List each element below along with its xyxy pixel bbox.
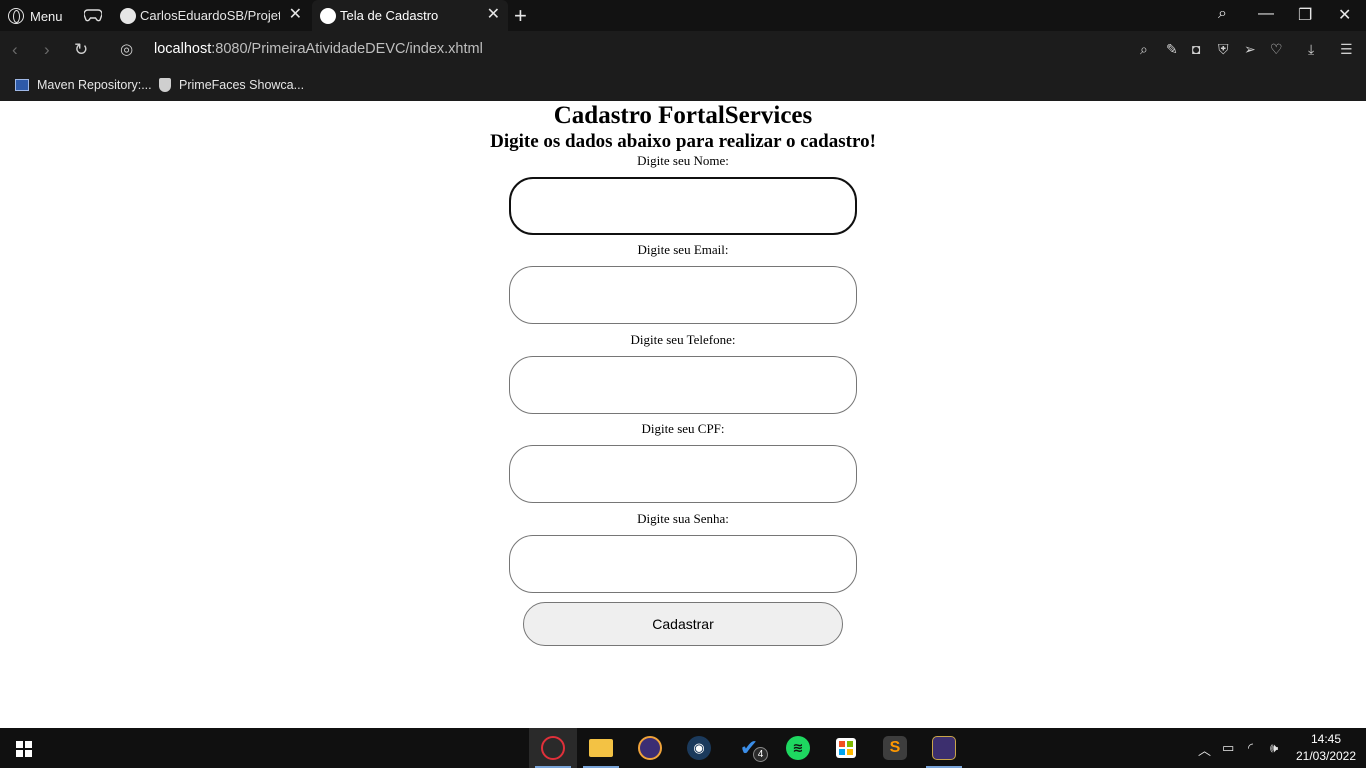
spotify-icon: ≋ <box>786 736 810 760</box>
store-grid-icon <box>839 741 853 755</box>
menu-label: Menu <box>30 8 63 24</box>
clock[interactable]: 14:45 21/03/2022 <box>1290 731 1362 765</box>
site-info-globe-icon[interactable]: ◎ <box>120 40 133 58</box>
clock-time: 14:45 <box>1310 732 1342 746</box>
nome-label: Digite seu Nome: <box>637 153 729 168</box>
tab-bar: Menu CarlosEduardoSB/ProjetoW ✕ Tela de … <box>0 0 1366 31</box>
reload-icon[interactable]: ↻ <box>74 40 88 60</box>
taskbar-game-app[interactable] <box>920 728 968 768</box>
opera-icon <box>541 736 565 760</box>
page-title: Cadastro FortalServices <box>553 102 813 129</box>
show-hidden-icons-icon[interactable]: ︿ <box>1198 740 1211 759</box>
battery-icon[interactable]: ▭ <box>1222 740 1234 756</box>
taskbar-todo[interactable]: ✔ 4 <box>725 728 773 768</box>
volume-icon[interactable]: 🕪 <box>1270 740 1278 756</box>
browser-chrome: Menu CarlosEduardoSB/ProjetoW ✕ Tela de … <box>0 0 1366 101</box>
bookmark-label: PrimeFaces Showca... <box>179 78 305 92</box>
share-icon[interactable]: ✎ <box>1166 41 1178 58</box>
close-window-icon[interactable]: ✕ <box>1338 5 1351 25</box>
bookmark-heart-icon[interactable]: ♡ <box>1270 41 1283 58</box>
page-content: Cadastro FortalServices Digite os dados … <box>0 101 1366 728</box>
windows-start-icon[interactable] <box>16 741 32 757</box>
primefaces-icon <box>159 78 171 92</box>
url-host: localhost <box>154 41 212 57</box>
back-icon[interactable]: ‹ <box>12 40 18 60</box>
send-icon[interactable]: ➢ <box>1244 41 1256 58</box>
bookmark-maven[interactable]: Maven Repository:... <box>15 76 152 94</box>
cpf-input[interactable] <box>509 445 857 503</box>
forward-icon[interactable]: › <box>44 40 50 60</box>
email-label: Digite seu Email: <box>637 242 729 257</box>
close-tab-icon[interactable]: ✕ <box>487 7 500 23</box>
telefone-input[interactable] <box>509 356 857 414</box>
downloads-icon[interactable]: ⤓ <box>1308 41 1314 58</box>
file-explorer-icon <box>589 739 613 757</box>
microsoft-store-icon <box>836 738 856 758</box>
globe-icon <box>320 7 336 24</box>
taskbar-steam[interactable]: ◉ <box>675 728 723 768</box>
sublime-text-icon: S <box>883 736 907 760</box>
senha-label: Digite sua Senha: <box>637 511 729 526</box>
cadastrar-button[interactable]: Cadastrar <box>523 602 843 646</box>
tab-title: CarlosEduardoSB/ProjetoW <box>140 8 280 23</box>
taskbar-file-explorer[interactable] <box>577 728 625 768</box>
game-app-icon <box>932 736 956 760</box>
taskbar-microsoft-store[interactable] <box>822 728 870 768</box>
clock-date: 21/03/2022 <box>1295 749 1357 763</box>
steam-icon: ◉ <box>687 736 711 760</box>
github-icon <box>120 7 136 24</box>
easy-setup-icon[interactable]: ☰ <box>1340 41 1353 58</box>
eclipse-icon <box>638 736 662 760</box>
telefone-label: Digite seu Telefone: <box>630 332 736 347</box>
tab-tela-de-cadastro[interactable]: Tela de Cadastro ✕ <box>312 0 508 31</box>
tab-github[interactable]: CarlosEduardoSB/ProjetoW ✕ <box>112 0 310 31</box>
cpf-label: Digite seu CPF: <box>641 421 725 436</box>
wifi-icon[interactable]: ◜ <box>1248 740 1253 756</box>
close-tab-icon[interactable]: ✕ <box>289 7 302 23</box>
new-tab-button[interactable]: + <box>514 3 527 29</box>
snapshot-camera-icon[interactable]: ◘ <box>1192 41 1200 57</box>
page-subtitle: Digite os dados abaixo para realizar o c… <box>490 131 876 152</box>
bookmark-primefaces[interactable]: PrimeFaces Showca... <box>159 76 304 94</box>
taskbar-spotify[interactable]: ≋ <box>774 728 822 768</box>
tab-title: Tela de Cadastro <box>340 8 439 23</box>
search-page-icon[interactable]: ⌕ <box>1140 41 1148 58</box>
taskbar-sublime-text[interactable]: S <box>871 728 919 768</box>
maven-icon <box>15 79 29 91</box>
minimize-icon[interactable]: — <box>1258 5 1274 23</box>
taskbar-eclipse[interactable] <box>626 728 674 768</box>
bookmarks-bar: Maven Repository:... PrimeFaces Showca..… <box>0 69 1366 101</box>
search-tabs-icon[interactable]: ⌕ <box>1218 5 1227 23</box>
opera-logo-icon <box>8 8 24 24</box>
restore-icon[interactable]: ❐ <box>1298 5 1312 25</box>
url-field[interactable]: localhost:8080/PrimeiraAtividadeDEVC/ind… <box>154 41 483 57</box>
nome-input[interactable] <box>509 177 857 235</box>
senha-input[interactable] <box>509 535 857 593</box>
notification-badge: 4 <box>753 747 768 762</box>
address-bar: ‹ › ↻ ◎ localhost:8080/PrimeiraAtividade… <box>0 31 1366 69</box>
taskbar: ◉ ✔ 4 ≋ S ︿ ▭ ◜ 🕪 14:45 21/03/2022 <box>0 728 1366 768</box>
adblock-shield-icon[interactable]: ⛨ <box>1218 41 1229 58</box>
taskbar-opera[interactable] <box>529 728 577 768</box>
gamepad-icon[interactable] <box>84 8 102 22</box>
url-path: :8080/PrimeiraAtividadeDEVC/index.xhtml <box>211 41 483 57</box>
email-input[interactable] <box>509 266 857 324</box>
bookmark-label: Maven Repository:... <box>37 78 152 92</box>
opera-menu-button[interactable]: Menu <box>8 6 63 26</box>
